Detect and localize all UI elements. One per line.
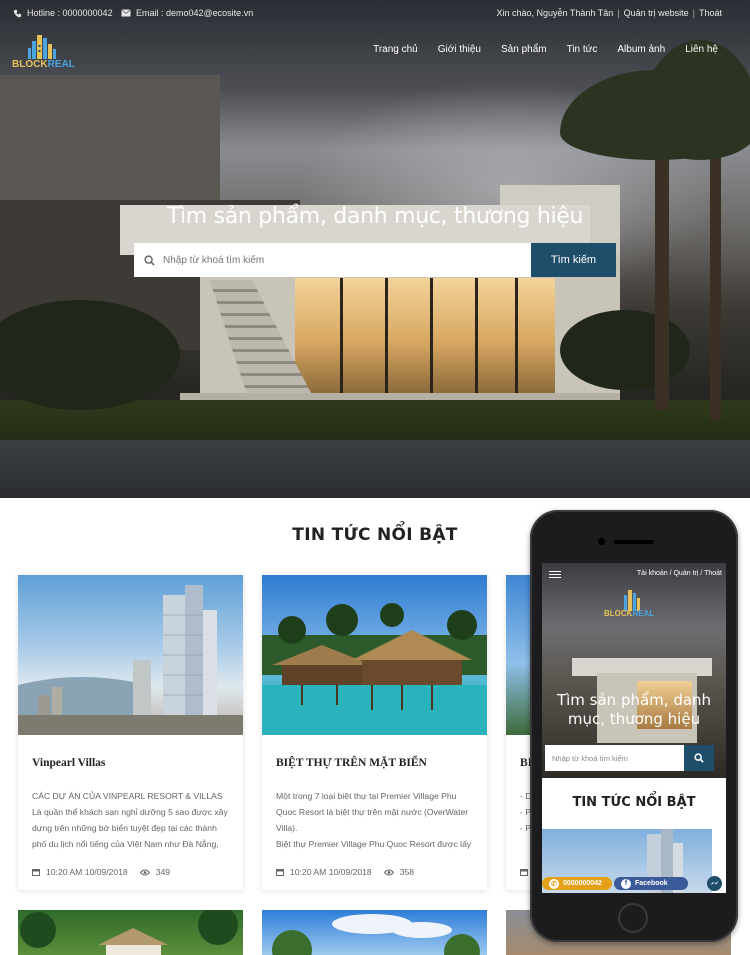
search-box [134, 243, 531, 277]
mobile-logo-wordmark: BLOCKREAL [604, 609, 654, 618]
calendar-icon [520, 869, 528, 876]
logo-wordmark: BLOCKREAL [12, 59, 75, 70]
nav-item-contact[interactable]: Liên hệ [685, 44, 718, 55]
phone-icon: ✆ [549, 878, 559, 889]
messenger-icon[interactable] [707, 876, 722, 891]
bush [560, 310, 690, 390]
logo-part-1: BLOCK [12, 59, 48, 70]
phone-home-button [618, 903, 648, 933]
news-card[interactable]: Vinpearl Villas CÁC DỰ ÁN CỦA VINPEARL R… [18, 575, 243, 890]
mobile-account-links[interactable]: Tài khoản / Quản trị / Thoát [637, 570, 722, 577]
nav-item-home[interactable]: Trang chủ [373, 44, 418, 55]
hamburger-menu-icon[interactable] [549, 571, 561, 578]
phone-screen: Tài khoản / Quản trị / Thoát BLOCKREAL T… [542, 563, 726, 893]
hotline-text: Hotline : 0000000042 [27, 8, 113, 18]
logo-part-1: BLOCK [604, 609, 633, 618]
logo-part-2: REAL [47, 59, 75, 70]
phone-mockup: Tài khoản / Quản trị / Thoát BLOCKREAL T… [530, 510, 738, 942]
news-meta: 10:20 AM 10/09/2018 349 [32, 867, 170, 877]
resort-image [20, 910, 238, 955]
news-meta: 10:20 AM 10/09/2018 358 [276, 867, 414, 877]
phone-speaker [614, 540, 654, 544]
mobile-hero-title: Tìm sản phẩm, danh mục, thương hiệu [556, 691, 712, 728]
palm-trunk [710, 150, 721, 420]
separator: | [617, 8, 620, 18]
news-title[interactable]: Vinpearl Villas [32, 757, 105, 769]
mobile-logo[interactable]: BLOCKREAL [602, 589, 662, 625]
facebook-icon: f [621, 878, 631, 889]
facebook-pill[interactable]: f Facebook [614, 877, 688, 890]
hero-search: Tìm kiếm [134, 243, 616, 277]
hotline-pill-text: 0000000042 [563, 880, 602, 887]
facebook-pill-text: Facebook [635, 880, 668, 887]
email-text: Email : demo042@ecosite.vn [136, 8, 254, 18]
site-logo[interactable]: BLOCKREAL [12, 33, 76, 73]
news-views: 358 [399, 867, 415, 877]
news-excerpt: Một trong 7 loại biệt thự tại Premier Vi… [276, 791, 472, 849]
mobile-search-button[interactable] [684, 745, 714, 771]
glass-frame [340, 278, 343, 393]
logout-link[interactable]: Thoát [699, 8, 722, 18]
news-views: 349 [155, 867, 171, 877]
calendar-icon [32, 869, 40, 876]
email[interactable]: Email : demo042@ecosite.vn [121, 8, 253, 18]
mobile-search: Nhập từ khoá tìm kiếm [545, 745, 714, 771]
hotline-pill[interactable]: ✆ 0000000042 [542, 877, 612, 890]
nav-item-products[interactable]: Sản phẩm [501, 44, 547, 55]
palm-frond [640, 40, 750, 160]
news-title[interactable]: BIỆT THỰ TRÊN MẶT BIỂN [276, 757, 427, 769]
eye-icon [139, 869, 150, 875]
news-date: 10:20 AM 10/09/2018 [46, 867, 128, 877]
glass-frame [430, 278, 433, 393]
main-nav: Trang chủ Giới thiệu Sản phẩm Tin tức Al… [373, 44, 718, 55]
news-thumbnail[interactable] [18, 575, 243, 735]
news-card[interactable]: BIỆT THỰ TRÊN MẶT BIỂN Một trong 7 loại … [262, 575, 487, 890]
news-thumbnail[interactable] [262, 575, 487, 735]
calendar-icon [276, 869, 284, 876]
logo-part-2: REAL [632, 609, 655, 618]
hero-title: Tìm sản phẩm, danh mục, thương hiệu [166, 204, 584, 229]
user-links: Xin chào, Nguyễn Thành Tân | Quản trị we… [497, 8, 722, 18]
search-icon [144, 254, 155, 266]
envelope-icon [121, 9, 131, 17]
top-bar: Hotline : 0000000042 Email : demo042@eco… [0, 0, 750, 28]
phone-camera [598, 538, 605, 545]
nav-item-album[interactable]: Album ảnh [617, 44, 665, 55]
overwater-villa-image [262, 603, 487, 735]
messenger-glyph [710, 881, 719, 885]
eye-icon [383, 869, 394, 875]
search-icon [694, 753, 704, 763]
mobile-search-input[interactable]: Nhập từ khoá tìm kiếm [545, 745, 684, 771]
glass-frame [515, 278, 518, 393]
nav-item-news[interactable]: Tin tức [567, 44, 598, 55]
mobile-top-bar: Tài khoản / Quản trị / Thoát [542, 563, 726, 585]
sky-trees-image [272, 914, 480, 955]
news-excerpt: CÁC DỰ ÁN CỦA VINPEARL RESORT & VILLAS L… [32, 791, 228, 849]
city-buildings-icon [28, 35, 56, 59]
separator: | [692, 8, 695, 18]
phone-icon [13, 9, 22, 17]
glass-frame [475, 278, 478, 393]
hotline[interactable]: Hotline : 0000000042 [13, 8, 113, 18]
deck [0, 440, 750, 498]
city-skyline-image [18, 585, 243, 735]
news-date: 10:20 AM 10/09/2018 [290, 867, 372, 877]
mobile-section-title: TIN TỨC NỔI BẬT [572, 795, 696, 810]
bush [0, 300, 180, 410]
search-button[interactable]: Tìm kiếm [531, 243, 616, 277]
news-thumbnail[interactable] [262, 910, 487, 955]
glass-frame [385, 278, 388, 393]
greeting-text: Xin chào, Nguyễn Thành Tân [496, 8, 614, 18]
news-thumbnail[interactable] [18, 910, 243, 955]
search-input[interactable] [163, 254, 463, 266]
mobile-contact-bar: ✆ 0000000042 f Facebook [542, 874, 726, 893]
nav-item-about[interactable]: Giới thiệu [438, 44, 481, 55]
admin-link[interactable]: Quản trị website [624, 8, 689, 18]
